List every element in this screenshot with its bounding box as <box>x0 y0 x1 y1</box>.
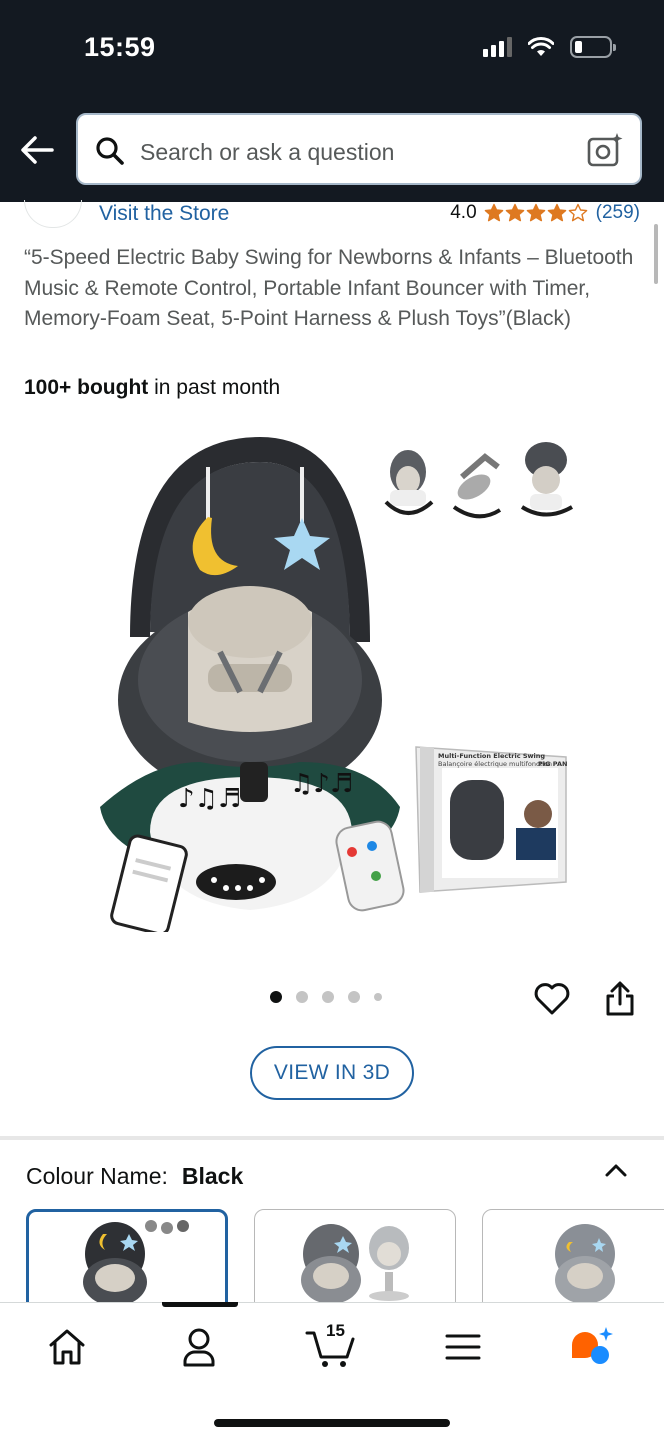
product-box-image: Multi-Function Electric Swing Balançoire… <box>415 746 567 893</box>
star-filled-icon <box>484 203 503 222</box>
menu-icon[interactable] <box>438 1325 488 1369</box>
scrollbar <box>654 224 658 284</box>
active-tab-indicator <box>162 1302 238 1307</box>
carousel-dot[interactable] <box>296 991 308 1003</box>
battery-icon <box>570 36 616 58</box>
bottom-navigation: 15 <box>0 1302 664 1440</box>
bought-count: 100+ bought in past month <box>24 376 280 400</box>
variant-thumbnails <box>384 442 573 519</box>
home-indicator <box>214 1419 450 1427</box>
cart-count-badge: 15 <box>326 1321 345 1340</box>
carousel-dots[interactable] <box>270 991 382 1003</box>
view-in-3d-button[interactable]: VIEW IN 3D <box>250 1046 414 1100</box>
rufus-assistant-icon[interactable] <box>568 1325 618 1369</box>
bought-count-suffix: in past month <box>148 376 281 399</box>
product-image[interactable]: ♪♫♬ ♫♪♬ Multi-Function Electric Swing Ba… <box>90 432 580 932</box>
product-box-label-en: Multi-Function Electric Swing <box>438 752 545 760</box>
status-icons <box>483 36 616 58</box>
colour-selector-label: Colour Name: Black <box>26 1163 243 1190</box>
colour-name-value: Black <box>181 1163 244 1189</box>
chevron-up-icon[interactable] <box>602 1160 630 1180</box>
top-header: 15:59 Search or ask a question <box>0 0 664 202</box>
wifi-icon <box>528 37 554 56</box>
store-logo[interactable] <box>24 200 82 228</box>
status-time: 15:59 <box>84 32 156 62</box>
heart-icon[interactable] <box>533 980 571 1018</box>
star-empty-icon <box>568 203 587 222</box>
rating-value: 4.0 <box>450 202 477 223</box>
rating-count[interactable]: (259) <box>596 202 640 224</box>
search-bar[interactable]: Search or ask a question <box>76 113 642 185</box>
star-filled-icon <box>526 203 545 222</box>
camera-lens-icon[interactable] <box>586 131 624 169</box>
product-box-label-fr: Balançoire électrique multifonction <box>438 760 552 768</box>
carousel-dot[interactable] <box>374 993 382 1001</box>
carousel-dot[interactable] <box>348 991 360 1003</box>
back-arrow-icon[interactable] <box>18 132 58 168</box>
cellular-signal-icon <box>483 37 512 57</box>
search-icon <box>96 137 124 165</box>
star-filled-icon <box>547 203 566 222</box>
rating-summary[interactable]: 4.0 (259) <box>450 202 640 224</box>
colour-name-label: Colour Name: <box>26 1163 168 1189</box>
carousel-dot[interactable] <box>322 991 334 1003</box>
share-icon[interactable] <box>602 980 638 1018</box>
star-rating <box>484 203 588 223</box>
account-icon[interactable] <box>174 1325 224 1369</box>
carousel-dot[interactable] <box>270 991 282 1003</box>
star-filled-icon <box>505 203 524 222</box>
home-icon[interactable] <box>42 1325 92 1369</box>
visit-store-link[interactable]: Visit the Store <box>99 202 229 226</box>
bought-count-bold: 100+ bought <box>24 376 149 399</box>
svg-text:♪♫♬: ♪♫♬ <box>178 784 241 814</box>
section-divider <box>0 1136 664 1140</box>
product-title: “5-Speed Electric Baby Swing for Newborn… <box>24 246 634 330</box>
svg-text:♫♪♬: ♫♪♬ <box>290 769 353 799</box>
product-box-brand: PIG PAN <box>538 760 567 768</box>
search-input[interactable]: Search or ask a question <box>140 139 394 166</box>
